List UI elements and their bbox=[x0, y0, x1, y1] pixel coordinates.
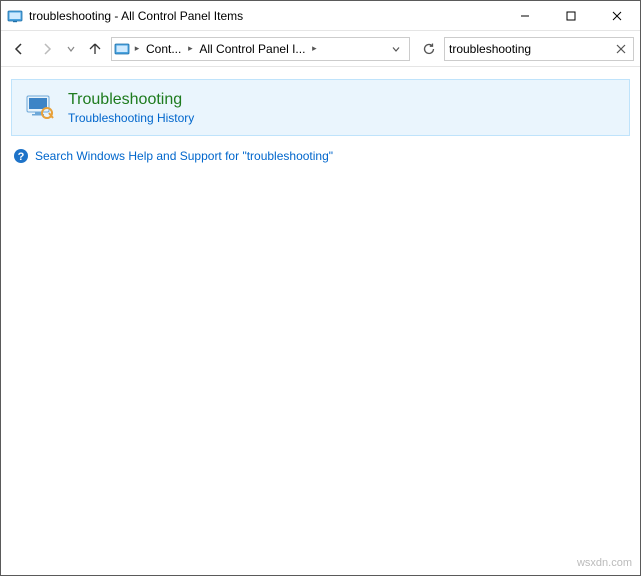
result-title[interactable]: Troubleshooting bbox=[68, 90, 194, 109]
recent-locations-button[interactable] bbox=[63, 37, 79, 61]
maximize-button[interactable] bbox=[548, 1, 594, 30]
search-box[interactable] bbox=[444, 37, 634, 61]
chevron-right-icon[interactable]: ▸ bbox=[132, 43, 142, 54]
address-dropdown-button[interactable] bbox=[385, 38, 407, 60]
title-bar: troubleshooting - All Control Panel Item… bbox=[1, 1, 640, 31]
breadcrumb-item[interactable]: All Control Panel I... bbox=[197, 42, 307, 56]
navigation-bar: ▸ Cont... ▸ All Control Panel I... ▸ bbox=[1, 31, 640, 67]
up-button[interactable] bbox=[83, 37, 107, 61]
address-bar[interactable]: ▸ Cont... ▸ All Control Panel I... ▸ bbox=[111, 37, 410, 61]
minimize-button[interactable] bbox=[502, 1, 548, 30]
troubleshooting-icon bbox=[24, 90, 56, 122]
content-area: Troubleshooting Troubleshooting History … bbox=[1, 67, 640, 575]
forward-button[interactable] bbox=[35, 37, 59, 61]
control-panel-small-icon bbox=[114, 41, 130, 57]
control-panel-icon bbox=[7, 8, 23, 24]
window-controls bbox=[502, 1, 640, 30]
chevron-right-icon[interactable]: ▸ bbox=[309, 43, 319, 54]
svg-text:?: ? bbox=[18, 151, 25, 163]
help-search-link[interactable]: ? Search Windows Help and Support for "t… bbox=[11, 146, 630, 166]
help-link-text: Search Windows Help and Support for "tro… bbox=[35, 149, 333, 163]
search-input[interactable] bbox=[449, 42, 609, 56]
search-result-text: Troubleshooting Troubleshooting History bbox=[68, 90, 194, 125]
window-title: troubleshooting - All Control Panel Item… bbox=[29, 9, 502, 23]
control-panel-window: troubleshooting - All Control Panel Item… bbox=[0, 0, 641, 576]
help-icon: ? bbox=[13, 148, 29, 164]
search-result-item[interactable]: Troubleshooting Troubleshooting History bbox=[11, 79, 630, 136]
chevron-right-icon[interactable]: ▸ bbox=[185, 43, 195, 54]
breadcrumb-item[interactable]: Cont... bbox=[144, 42, 183, 56]
refresh-button[interactable] bbox=[418, 38, 440, 60]
back-button[interactable] bbox=[7, 37, 31, 61]
result-subtitle[interactable]: Troubleshooting History bbox=[68, 111, 194, 125]
close-button[interactable] bbox=[594, 1, 640, 30]
clear-search-button[interactable] bbox=[613, 41, 629, 57]
